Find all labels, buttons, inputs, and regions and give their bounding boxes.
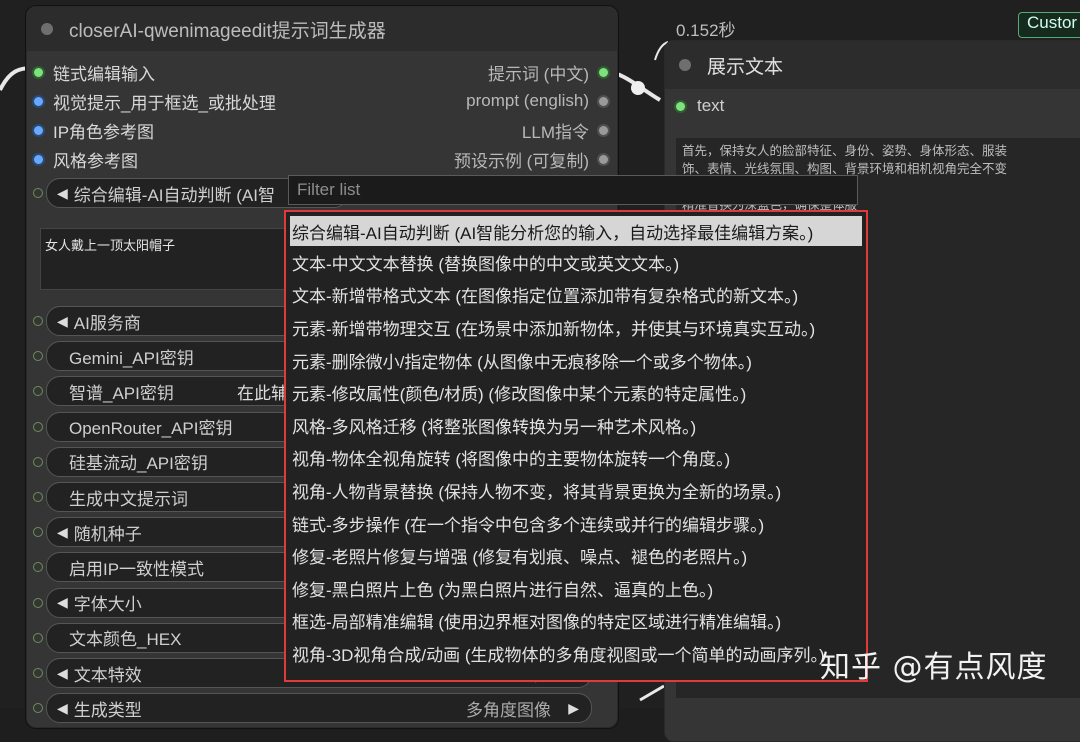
input-style-reference[interactable]: 风格参考图: [34, 145, 138, 173]
input-label: 视觉提示_用于框选_或批处理: [53, 93, 276, 113]
decrement-arrow-icon[interactable]: ◀: [57, 313, 68, 330]
execution-time: 0.152秒: [676, 21, 736, 40]
widget-label: 硅基流动_API密钥: [69, 454, 208, 474]
menu-item[interactable]: 视角-物体全视角旋转 (将图像中的主要物体旋转一个角度。): [286, 442, 866, 475]
menu-item[interactable]: 框选-局部精准编辑 (使用边界框对图像的特定区域进行精准编辑。): [286, 605, 866, 638]
output-port-icon[interactable]: [599, 125, 608, 135]
widget-row[interactable]: ◀ 生成类型 多角度图像 ▶: [33, 693, 592, 724]
input-port-icon[interactable]: [34, 154, 43, 164]
node-titlebar[interactable]: closerAI-qwenimageedit提示词生成器: [27, 7, 617, 51]
menu-item[interactable]: 文本-新增带格式文本 (在图像指定位置添加带有复杂格式的新文本。): [286, 279, 866, 312]
widget-port-icon: [33, 316, 43, 326]
widget-label: 文本特效: [73, 665, 142, 685]
mode-dropdown-menu[interactable]: 综合编辑-AI自动判断 (AI智能分析您的输入，自动选择最佳编辑方案。) 文本-…: [284, 210, 868, 682]
menu-item[interactable]: 风格-多风格迁移 (将整张图像转换为另一种艺术风格。): [286, 409, 866, 442]
menu-item[interactable]: 元素-新增带物理交互 (在场景中添加新物体，并使其与环境真实互动。): [286, 311, 866, 344]
widget-port-icon: [33, 597, 43, 608]
input-ip-reference[interactable]: IP角色参考图: [34, 116, 154, 144]
input-label: IP角色参考图: [53, 122, 155, 142]
widget-label: AI服务商: [73, 313, 141, 333]
input-label: 风格参考图: [53, 151, 138, 171]
decrement-arrow-icon[interactable]: ◀: [57, 524, 68, 541]
input-port-icon[interactable]: [34, 96, 43, 106]
output-preset-example[interactable]: 预设示例 (可复制): [454, 145, 608, 173]
node-title: closerAI-qwenimageedit提示词生成器: [69, 20, 386, 42]
output-port-icon[interactable]: [599, 67, 608, 77]
menu-item[interactable]: 元素-删除微小/指定物体 (从图像中无痕移除一个或多个物体。): [286, 344, 866, 377]
widget-value: 在此辅: [237, 383, 288, 403]
text-line: 首先，保持女人的脸部特征、身份、姿势、身体形态、服装: [682, 143, 1008, 158]
widget-label: 生成中文提示词: [69, 489, 188, 509]
menu-item[interactable]: 修复-黑白照片上色 (为黑白照片进行自然、逼真的上色。): [286, 572, 866, 605]
widget-port-icon: [33, 668, 43, 678]
menu-item[interactable]: 综合编辑-AI自动判断 (AI智能分析您的输入，自动选择最佳编辑方案。): [290, 216, 862, 246]
output-port-icon[interactable]: [599, 96, 608, 106]
decrement-arrow-icon[interactable]: ◀: [57, 700, 68, 717]
decrement-arrow-icon[interactable]: ◀: [57, 665, 68, 682]
menu-item[interactable]: 修复-老照片修复与增强 (修复有划痕、噪点、褪色的老照片。): [286, 539, 866, 572]
menu-item[interactable]: 文本-中文文本替换 (替换图像中的中文或英文文本。): [286, 246, 866, 279]
menu-item[interactable]: 链式-多步操作 (在一个指令中包含多个连续或并行的编辑步骤。): [286, 507, 866, 540]
widget-label: 智谱_API密钥: [69, 383, 174, 403]
output-label: LLM指令: [521, 122, 589, 142]
widget-label: 字体大小: [73, 595, 142, 615]
node-title: 展示文本: [707, 56, 784, 78]
input-port-icon[interactable]: [676, 101, 685, 111]
filter-list-input[interactable]: Filter list: [288, 175, 858, 205]
widget-label: Gemini_API密钥: [69, 348, 194, 368]
widget-port-icon: [33, 632, 43, 643]
widget-label: 启用IP一致性模式: [69, 559, 205, 579]
output-label: 提示词 (中文): [487, 64, 589, 84]
increment-arrow-icon[interactable]: ▶: [568, 700, 579, 717]
widget-port-icon: [33, 492, 43, 502]
text-input-port[interactable]: text: [676, 96, 724, 116]
output-label: prompt (english): [466, 91, 589, 110]
menu-item[interactable]: 元素-修改属性(颜色/材质) (修改图像中某个元素的特定属性。): [286, 376, 866, 409]
combo-left-arrow-icon[interactable]: ◀: [57, 185, 68, 202]
collapse-dot-icon[interactable]: [41, 23, 53, 35]
widget-label: 生成类型: [73, 700, 142, 720]
decrement-arrow-icon[interactable]: ◀: [57, 594, 68, 611]
node-titlebar[interactable]: 展示文本: [665, 41, 1080, 89]
output-llm-instruction[interactable]: LLM指令: [522, 116, 608, 144]
widget-label: OpenRouter_API密钥: [69, 419, 233, 439]
input-visual-prompt[interactable]: 视觉提示_用于框选_或批处理: [34, 87, 276, 115]
collapse-dot-icon[interactable]: [679, 59, 691, 71]
output-port-icon[interactable]: [599, 154, 608, 164]
widget-label: 随机种子: [73, 524, 142, 544]
widget-port-icon: [33, 188, 43, 198]
widget-label: 文本颜色_HEX: [69, 630, 182, 650]
widget-port-icon: [33, 421, 43, 432]
menu-item[interactable]: 视角-人物背景替换 (保持人物不变，将其背景更换为全新的场景。): [286, 474, 866, 507]
output-label: 预设示例 (可复制): [453, 151, 589, 171]
menu-item[interactable]: 视角-3D视角合成/动画 (生成物体的多角度视图或一个简单的动画序列。): [286, 637, 866, 670]
custom-node-badge[interactable]: Custor: [1018, 12, 1080, 38]
widget-port-icon: [33, 456, 43, 467]
input-label: 链式编辑输入: [53, 64, 155, 84]
widget-value: 多角度图像: [466, 700, 551, 720]
input-chain-edit[interactable]: 链式编辑输入: [34, 58, 155, 86]
output-prompt-en[interactable]: prompt (english): [466, 87, 608, 115]
watermark-text: 知乎 @有点风度: [820, 650, 1048, 685]
input-port-icon[interactable]: [34, 67, 43, 77]
output-prompt-cn[interactable]: 提示词 (中文): [488, 58, 608, 86]
input-port-icon[interactable]: [34, 125, 43, 135]
